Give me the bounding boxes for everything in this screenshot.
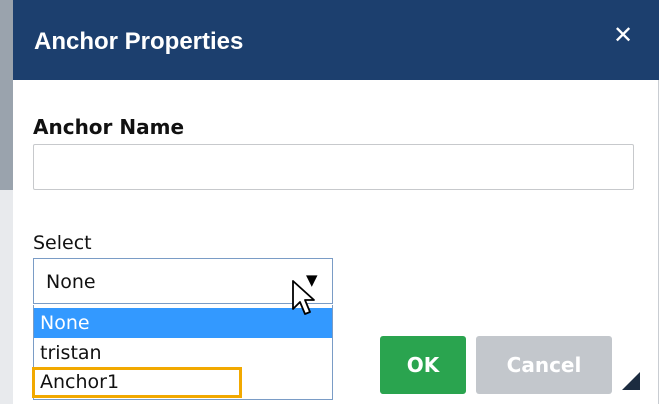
resize-grip-icon[interactable] [622,372,640,390]
mouse-cursor-icon [292,280,315,315]
select-option-none[interactable]: None [34,308,332,338]
select-option-anchor1[interactable]: Anchor1 [34,367,332,397]
dialog-title: Anchor Properties [34,28,244,55]
anchor-name-label: Anchor Name [33,115,185,139]
anchor-properties-dialog: Anchor Properties ✕ Anchor Name Select N… [13,0,659,404]
background-page-edge [0,0,13,404]
select-label: Select [33,232,92,254]
select-option-tristan[interactable]: tristan [34,338,332,368]
close-icon[interactable]: ✕ [608,20,638,50]
anchor-name-input[interactable] [33,144,634,190]
dialog-titlebar: Anchor Properties ✕ [13,0,659,80]
select-current-value: None [46,271,96,293]
anchor-select[interactable]: None ▼ [33,258,333,304]
ok-button[interactable]: OK [380,336,466,394]
select-dropdown-list: None tristan Anchor1 [33,305,333,400]
cancel-button[interactable]: Cancel [476,336,612,394]
